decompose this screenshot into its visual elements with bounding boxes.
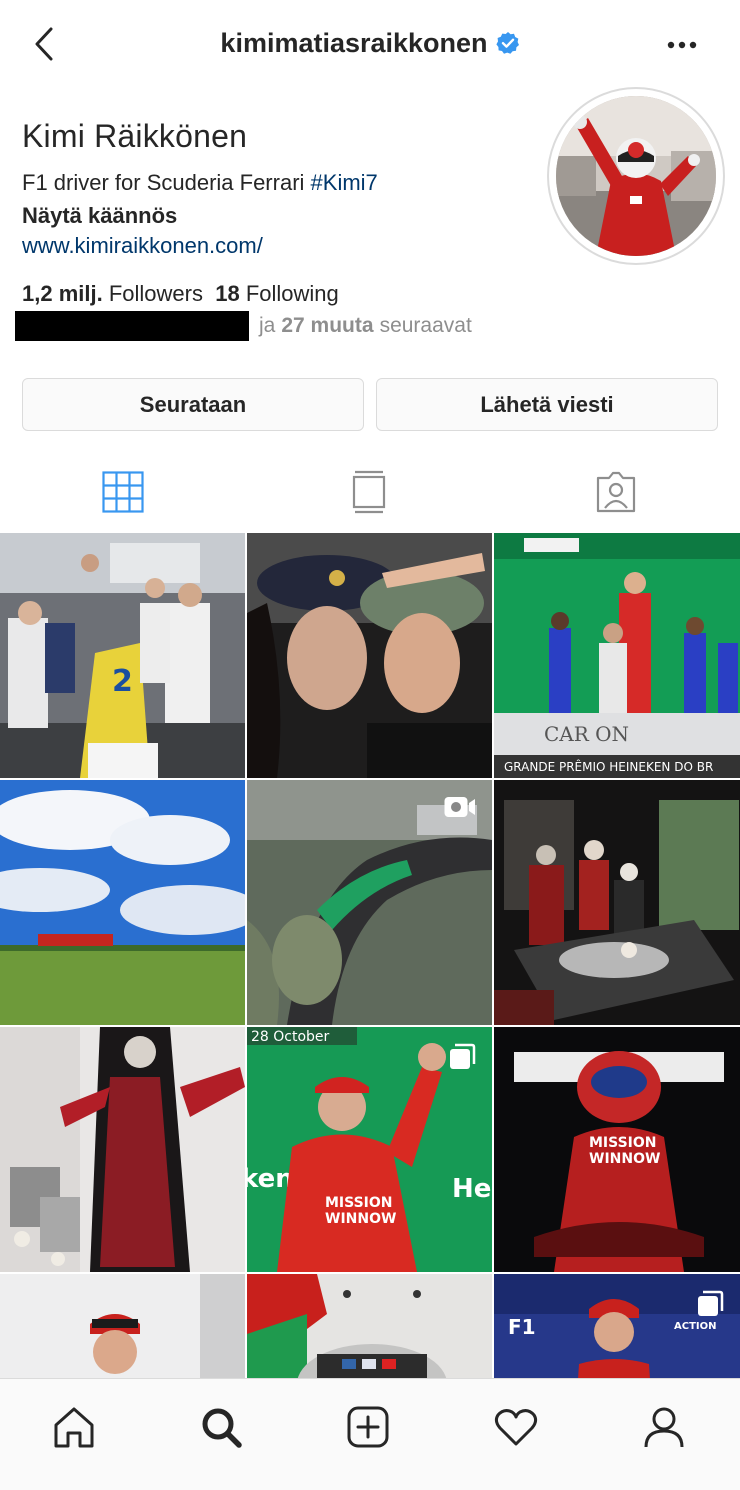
follow-stats: 1,2 milj. Followers 18 Following xyxy=(22,281,339,307)
nav-home[interactable] xyxy=(50,1403,98,1451)
grid-post-9[interactable]: MISSION WINNOW xyxy=(494,1027,740,1272)
more-options-button[interactable] xyxy=(662,30,702,60)
mutual-count: 27 muuta xyxy=(281,314,374,337)
tab-tagged[interactable] xyxy=(594,470,638,514)
nav-profile[interactable] xyxy=(640,1403,688,1451)
svg-text:2: 2 xyxy=(112,664,133,699)
profile-icon xyxy=(644,1407,684,1448)
new-post-icon xyxy=(347,1406,389,1448)
carousel-icon xyxy=(698,1290,724,1316)
grid-post-7[interactable] xyxy=(0,1027,245,1272)
igtv-icon xyxy=(352,470,386,514)
carousel-icon xyxy=(450,1043,476,1069)
verified-badge-icon xyxy=(495,32,519,54)
website-link[interactable]: www.kimiraikkonen.com/ xyxy=(22,233,263,259)
profile-tabs xyxy=(0,460,740,530)
post-thumbnail: 2 xyxy=(0,533,245,778)
grid-post-2[interactable] xyxy=(247,533,492,778)
message-button[interactable]: Lähetä viesti xyxy=(376,378,718,431)
mutual-suffix: seuraavat xyxy=(379,314,472,337)
followers-count[interactable]: 1,2 milj. xyxy=(22,281,103,306)
svg-text:MISSION: MISSION xyxy=(325,1195,393,1211)
mutual-prefix: ja xyxy=(259,314,276,337)
header-username: kimimatiasraikkonen xyxy=(220,28,488,58)
post-thumbnail: MISSION WINNOW xyxy=(494,1027,740,1272)
avatar-photo xyxy=(556,96,716,256)
grid-post-10[interactable] xyxy=(0,1274,245,1378)
post-thumbnail xyxy=(0,1027,245,1272)
svg-text:WINNOW: WINNOW xyxy=(589,1151,660,1167)
nav-new-post[interactable] xyxy=(344,1403,392,1451)
post-thumbnail xyxy=(494,780,740,1025)
nav-activity[interactable] xyxy=(492,1403,540,1451)
svg-text:Hei: Hei xyxy=(452,1174,492,1204)
home-icon xyxy=(54,1407,94,1448)
grid-post-4[interactable] xyxy=(0,780,245,1025)
svg-text:ACTION: ACTION xyxy=(674,1321,717,1332)
post-thumbnail xyxy=(247,533,492,778)
see-translation-link[interactable]: Näytä käännös xyxy=(22,203,177,229)
grid-icon xyxy=(102,471,144,513)
followers-label[interactable]: Followers xyxy=(109,281,203,306)
tab-igtv[interactable] xyxy=(347,470,391,514)
svg-text:WINNOW: WINNOW xyxy=(325,1211,396,1227)
svg-text:CAR ON: CAR ON xyxy=(544,722,629,746)
grid-post-3[interactable]: GRANDE PRÊMIO HEINEKEN DO BR CAR ON xyxy=(494,533,740,778)
post-thumbnail xyxy=(0,1274,245,1378)
bio: F1 driver for Scuderia Ferrari #Kimi7 xyxy=(22,170,378,196)
header-username-wrap: kimimatiasraikkonen xyxy=(0,28,740,59)
nav-search[interactable] xyxy=(197,1403,245,1451)
avatar-button[interactable] xyxy=(547,87,725,265)
display-name: Kimi Räikkönen xyxy=(22,118,248,154)
svg-text:ken: ken xyxy=(247,1164,294,1194)
redacted-names xyxy=(15,311,249,341)
tagged-icon xyxy=(596,471,636,513)
svg-text:F1: F1 xyxy=(508,1315,536,1339)
svg-text:GRANDE PRÊMIO HEINEKEN DO BR: GRANDE PRÊMIO HEINEKEN DO BR xyxy=(504,759,713,774)
svg-text:28 October: 28 October xyxy=(251,1029,330,1045)
avatar xyxy=(556,96,716,256)
grid-post-11[interactable] xyxy=(247,1274,492,1378)
activity-heart-icon xyxy=(494,1409,538,1446)
bio-text: F1 driver for Scuderia Ferrari xyxy=(22,170,311,195)
svg-text:MISSION: MISSION xyxy=(589,1135,657,1151)
grid-post-8[interactable]: 28 October ken Hei MISSION WINNOW xyxy=(247,1027,492,1272)
mutual-followers[interactable]: ja 27 muuta seuraavat xyxy=(15,311,472,341)
post-thumbnail xyxy=(247,1274,492,1378)
grid-post-12[interactable]: F1 ACTION xyxy=(494,1274,740,1378)
post-grid: 2 GRANDE PRÊMIO HEINEKEN DO BR CAR ON 28… xyxy=(0,533,740,1378)
bio-hashtag-link[interactable]: #Kimi7 xyxy=(311,170,378,195)
post-thumbnail xyxy=(0,780,245,1025)
video-camera-icon xyxy=(444,797,475,817)
more-horizontal-icon xyxy=(667,41,697,49)
following-label[interactable]: Following xyxy=(246,281,339,306)
following-count[interactable]: 18 xyxy=(215,281,239,306)
grid-post-5[interactable] xyxy=(247,780,492,1025)
bottom-navigation xyxy=(0,1378,740,1490)
profile-header: kimimatiasraikkonen xyxy=(0,0,740,92)
tab-grid[interactable] xyxy=(101,470,145,514)
search-icon xyxy=(202,1408,242,1448)
following-button[interactable]: Seurataan xyxy=(22,378,364,431)
grid-post-1[interactable]: 2 xyxy=(0,533,245,778)
grid-post-6[interactable] xyxy=(494,780,740,1025)
post-thumbnail: GRANDE PRÊMIO HEINEKEN DO BR CAR ON xyxy=(494,533,740,778)
